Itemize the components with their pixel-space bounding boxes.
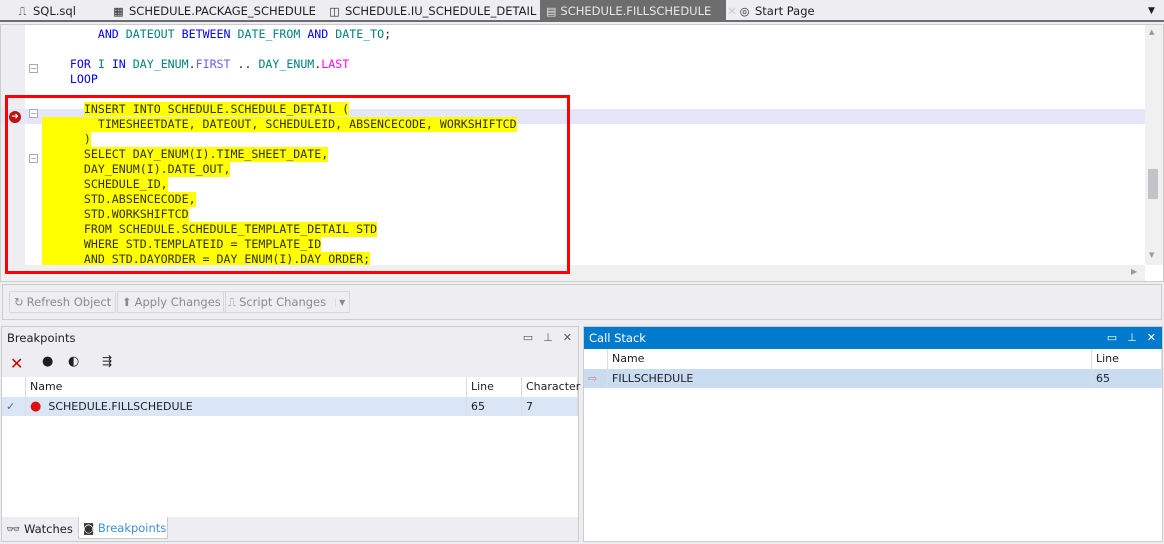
annotation-highlight-box <box>5 95 570 274</box>
tab-iu-schedule-detail[interactable]: ◫ SCHEDULE.IU_SCHEDULE_DETAIL <box>322 0 536 22</box>
current-frame-arrow-icon: ⇨ <box>584 369 608 388</box>
tab-list-dropdown-icon[interactable]: ▼ <box>1142 0 1155 22</box>
enabled-checkbox[interactable]: ✓ <box>2 397 26 416</box>
vertical-scrollbar[interactable]: ▲ ▼ <box>1145 25 1163 265</box>
glasses-icon: 👓 <box>6 522 21 536</box>
tab-package-schedule[interactable]: ▦ SCHEDULE.PACKAGE_SCHEDULE <box>106 0 316 22</box>
close-icon[interactable]: ✕ <box>1147 327 1156 349</box>
procedure-icon: ▤ <box>546 4 557 18</box>
code-line: LOOP <box>69 72 98 86</box>
refresh-icon: ↻ <box>14 295 24 309</box>
pin-icon[interactable]: ⊥ <box>1127 327 1137 349</box>
column-header-character[interactable]: Character <box>522 377 580 397</box>
tab-watches[interactable]: 👓 Watches <box>6 519 73 539</box>
panel-title: Call Stack ▭ ⊥ ✕ <box>584 327 1162 349</box>
script-icon: ⎍ <box>228 294 237 309</box>
breakpoint-icon: ● <box>30 399 42 414</box>
delete-icon[interactable]: ✕ <box>10 354 23 373</box>
breakpoint-window-icon: ◙ <box>83 521 95 535</box>
tab-sql-sql[interactable]: ⎍ SQL.sql <box>10 0 76 22</box>
apply-changes-button[interactable]: ⬆ Apply Changes <box>117 291 226 313</box>
fold-toggle[interactable]: − <box>29 64 38 73</box>
delete-all-breakpoints-icon[interactable]: ● <box>42 354 53 369</box>
chevron-down-icon[interactable]: ▼ <box>335 297 345 307</box>
start-page-icon: ◎ <box>739 4 750 18</box>
tab-start-page[interactable]: ◎ Start Page <box>732 0 815 22</box>
bottom-tab-bar: 👓 Watches ◙ Breakpoints <box>2 517 578 541</box>
trigger-icon: ◫ <box>329 4 340 18</box>
tab-breakpoints[interactable]: ◙ Breakpoints <box>78 517 168 539</box>
refresh-object-button[interactable]: ↻ Refresh Object <box>9 291 117 313</box>
breakpoints-panel: Breakpoints ▭ ⊥ ✕ ✕ ● ◐ ⇶ Name Line Charac… <box>1 326 580 542</box>
go-to-source-icon[interactable]: ⇶ <box>102 354 112 368</box>
panel-title: Breakpoints ▭ ⊥ ✕ <box>2 327 578 349</box>
pin-icon[interactable]: ⊥ <box>543 327 553 349</box>
column-header-name[interactable]: Name <box>26 377 467 397</box>
column-header-line[interactable]: Line <box>1092 349 1162 369</box>
script-changes-button[interactable]: ⎍ Script Changes ▼ <box>223 291 351 313</box>
call-stack-panel: Call Stack ▭ ⊥ ✕ Name Line ⇨ FILLSCHEDULE … <box>583 326 1163 542</box>
table-row[interactable]: ✓ ● SCHEDULE.FILLSCHEDULE 65 7 <box>2 397 578 416</box>
tab-fillschedule[interactable]: ▤ SCHEDULE.FILLSCHEDULE ✕ <box>540 0 737 22</box>
sql-file-icon: ⎍ <box>18 4 27 18</box>
document-tab-bar: ⎍ SQL.sql ▦ SCHEDULE.PACKAGE_SCHEDULE ◫ SCH… <box>0 0 1164 22</box>
code-line: FOR I IN DAY_ENUM.FIRST .. DAY_ENUM.LAST <box>69 57 350 71</box>
close-icon[interactable]: ✕ <box>563 327 572 349</box>
maximize-icon[interactable]: ▭ <box>1107 327 1117 349</box>
column-header-line[interactable]: Line <box>467 377 522 397</box>
maximize-icon[interactable]: ▭ <box>523 327 533 349</box>
upload-icon: ⬆ <box>122 295 132 309</box>
toggle-breakpoints-icon[interactable]: ◐ <box>68 354 79 369</box>
code-line: AND DATEOUT BETWEEN DATE_FROM AND DATE_T… <box>97 27 392 41</box>
package-icon: ▦ <box>113 4 124 18</box>
object-toolbar: ↻ Refresh Object ⬆ Apply Changes ⎍ Script C… <box>2 284 1162 320</box>
scroll-thumb[interactable] <box>1148 169 1158 199</box>
column-header-name[interactable]: Name <box>608 349 1092 369</box>
table-row[interactable]: ⇨ FILLSCHEDULE 65 <box>584 369 1162 388</box>
breakpoints-toolbar: ✕ ● ◐ ⇶ <box>2 349 578 377</box>
